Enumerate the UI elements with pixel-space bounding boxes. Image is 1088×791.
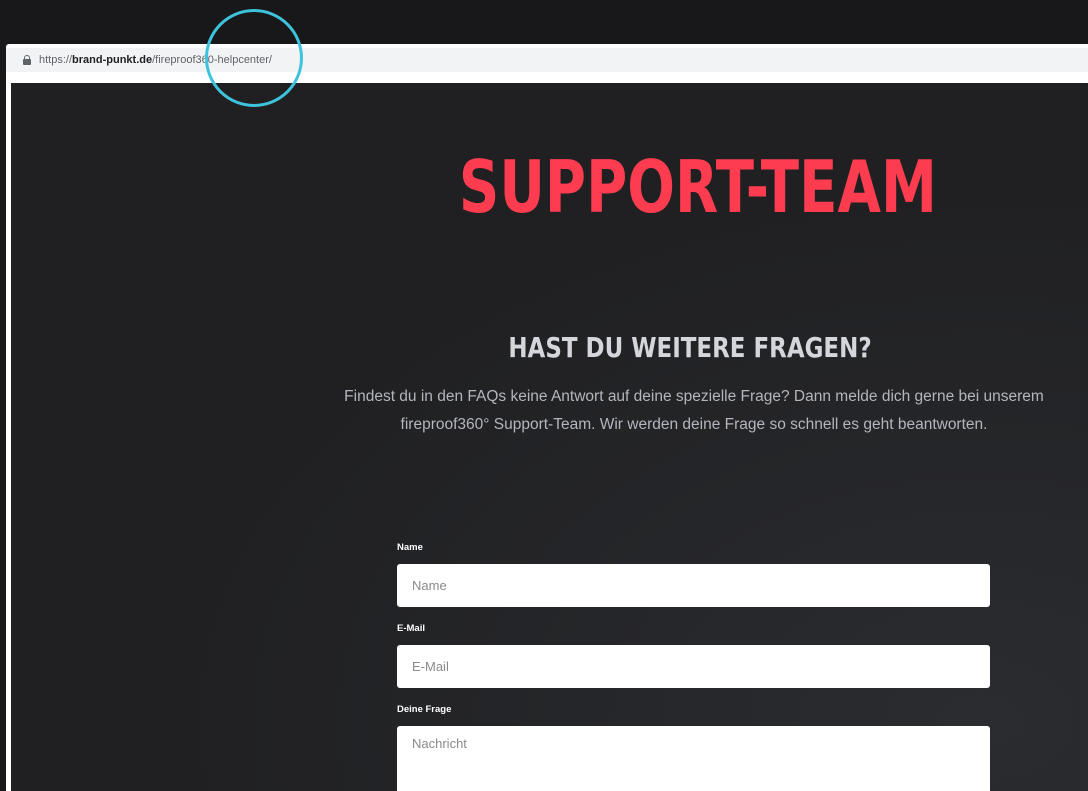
email-label: E-Mail — [397, 623, 425, 634]
name-input[interactable] — [397, 564, 990, 607]
screen: https://brand-punkt.de/fireproof360-help… — [0, 0, 1088, 791]
intro-text: Findest du in den FAQs keine Antwort auf… — [344, 388, 1044, 433]
address-bar[interactable]: https://brand-punkt.de/fireproof360-help… — [6, 48, 1088, 72]
url-scheme: https:// — [39, 54, 73, 66]
support-form: Name E-Mail Deine Frage — [397, 541, 990, 791]
question-label: Deine Frage — [397, 704, 452, 715]
url-text[interactable]: https://brand-punkt.de/fireproof360-help… — [39, 54, 272, 66]
section-heading: HAST DU WEITERE FRAGEN? — [508, 331, 872, 364]
url-host: brand-punkt.de — [72, 54, 153, 66]
page-content: SUPPORT-TEAM HAST DU WEITERE FRAGEN? Fin… — [11, 83, 1088, 791]
lock-icon[interactable] — [23, 55, 31, 65]
email-input[interactable] — [397, 645, 990, 688]
question-textarea[interactable] — [397, 726, 990, 791]
hero-title: SUPPORT-TEAM — [458, 145, 937, 229]
url-path: /fireproof360-helpcenter/ — [152, 54, 272, 66]
name-label: Name — [397, 542, 423, 553]
